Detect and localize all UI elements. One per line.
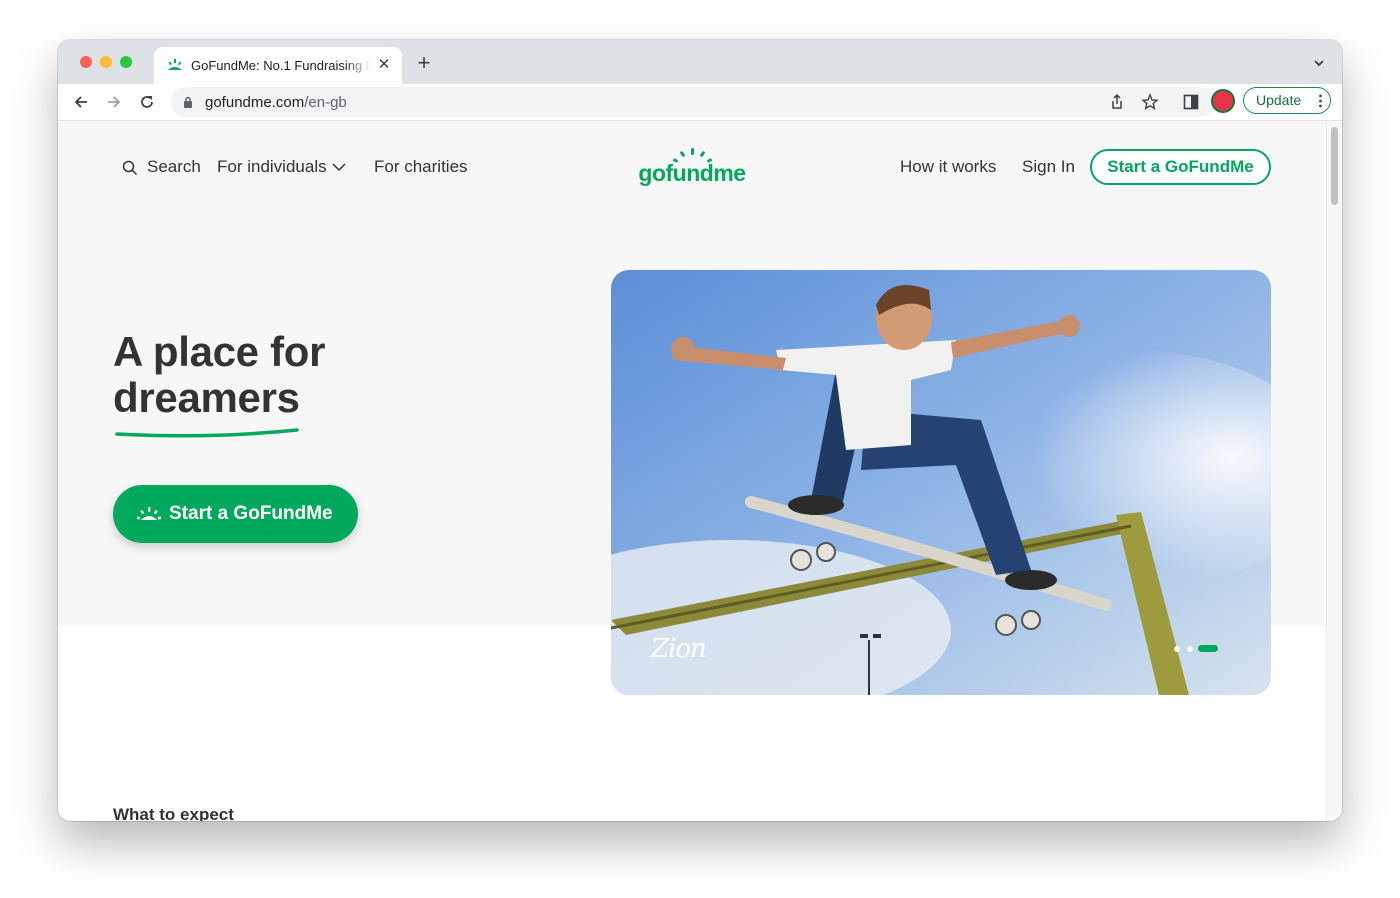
lock-icon: [184, 96, 192, 108]
tab-gofundme[interactable]: GoFundMe: No.1 Fundraising Platform for …: [154, 47, 402, 84]
nav-for-charities[interactable]: For charities: [374, 157, 468, 177]
close-window-button[interactable]: [80, 56, 92, 68]
logo-wordmark: gofundme: [638, 160, 745, 186]
update-button[interactable]: Update: [1243, 87, 1331, 114]
headline-underline: [115, 428, 299, 438]
profile-avatar[interactable]: [1213, 91, 1233, 111]
hero-headline: A place for dreamers: [113, 329, 433, 421]
nav-sign-in[interactable]: Sign In: [1022, 157, 1075, 177]
browser-window: GoFundMe: No.1 Fundraising Platform for …: [58, 40, 1342, 821]
chevron-down-icon[interactable]: [332, 162, 346, 172]
start-gofundme-header-button[interactable]: Start a GoFundMe: [1090, 149, 1271, 185]
tab-title: GoFundMe: No.1 Fundraising Platform for …: [191, 58, 371, 73]
share-icon[interactable]: [1107, 92, 1127, 112]
image-caption: Zion: [651, 634, 707, 664]
address-bar[interactable]: gofundme.com/en-gb: [171, 87, 1216, 117]
zoom-window-button[interactable]: [120, 56, 132, 68]
headline-line-2: dreamers: [113, 374, 300, 421]
start-gofundme-hero-button[interactable]: Start a GoFundMe: [113, 485, 358, 543]
url-text: gofundme.com/en-gb: [205, 94, 347, 111]
forward-icon[interactable]: [104, 92, 124, 112]
nav-how-it-works[interactable]: How it works: [900, 157, 996, 177]
carousel-dot-1[interactable]: [1174, 646, 1180, 652]
tab-strip: GoFundMe: No.1 Fundraising Platform for …: [58, 40, 1342, 84]
scrollbar-thumb[interactable]: [1331, 127, 1338, 205]
hero-image: Zion: [611, 270, 1271, 695]
reload-icon[interactable]: [137, 92, 157, 112]
carousel-dot-2[interactable]: [1187, 646, 1193, 652]
more-menu-icon[interactable]: [1319, 94, 1322, 108]
browser-toolbar: gofundme.com/en-gb: [58, 84, 1342, 121]
page-content: Search For individuals For charities gof…: [58, 121, 1327, 821]
headline-line-1: A place for: [113, 328, 326, 375]
star-icon[interactable]: [1140, 92, 1160, 112]
skateboarder-photo: [611, 270, 1271, 695]
gofundme-logo[interactable]: gofundme: [636, 147, 748, 187]
tab-close-icon[interactable]: ✕: [376, 57, 392, 73]
gofundme-sun-icon: [137, 507, 161, 520]
minimize-window-button[interactable]: [100, 56, 112, 68]
sidepanel-icon[interactable]: [1181, 92, 1201, 112]
new-tab-button[interactable]: +: [414, 52, 434, 74]
page-scrollbar[interactable]: [1326, 121, 1342, 821]
nav-search[interactable]: Search: [147, 157, 201, 177]
tab-search-chevron-icon[interactable]: [1312, 56, 1326, 70]
nav-for-individuals[interactable]: For individuals: [217, 157, 327, 177]
section-title-what-to-expect: What to expect: [113, 805, 234, 821]
back-icon[interactable]: [71, 92, 91, 112]
cta-label: Start a GoFundMe: [169, 503, 333, 524]
gofundme-favicon-icon: [168, 59, 182, 70]
carousel-dot-active[interactable]: [1198, 645, 1218, 652]
search-icon[interactable]: [122, 160, 138, 176]
